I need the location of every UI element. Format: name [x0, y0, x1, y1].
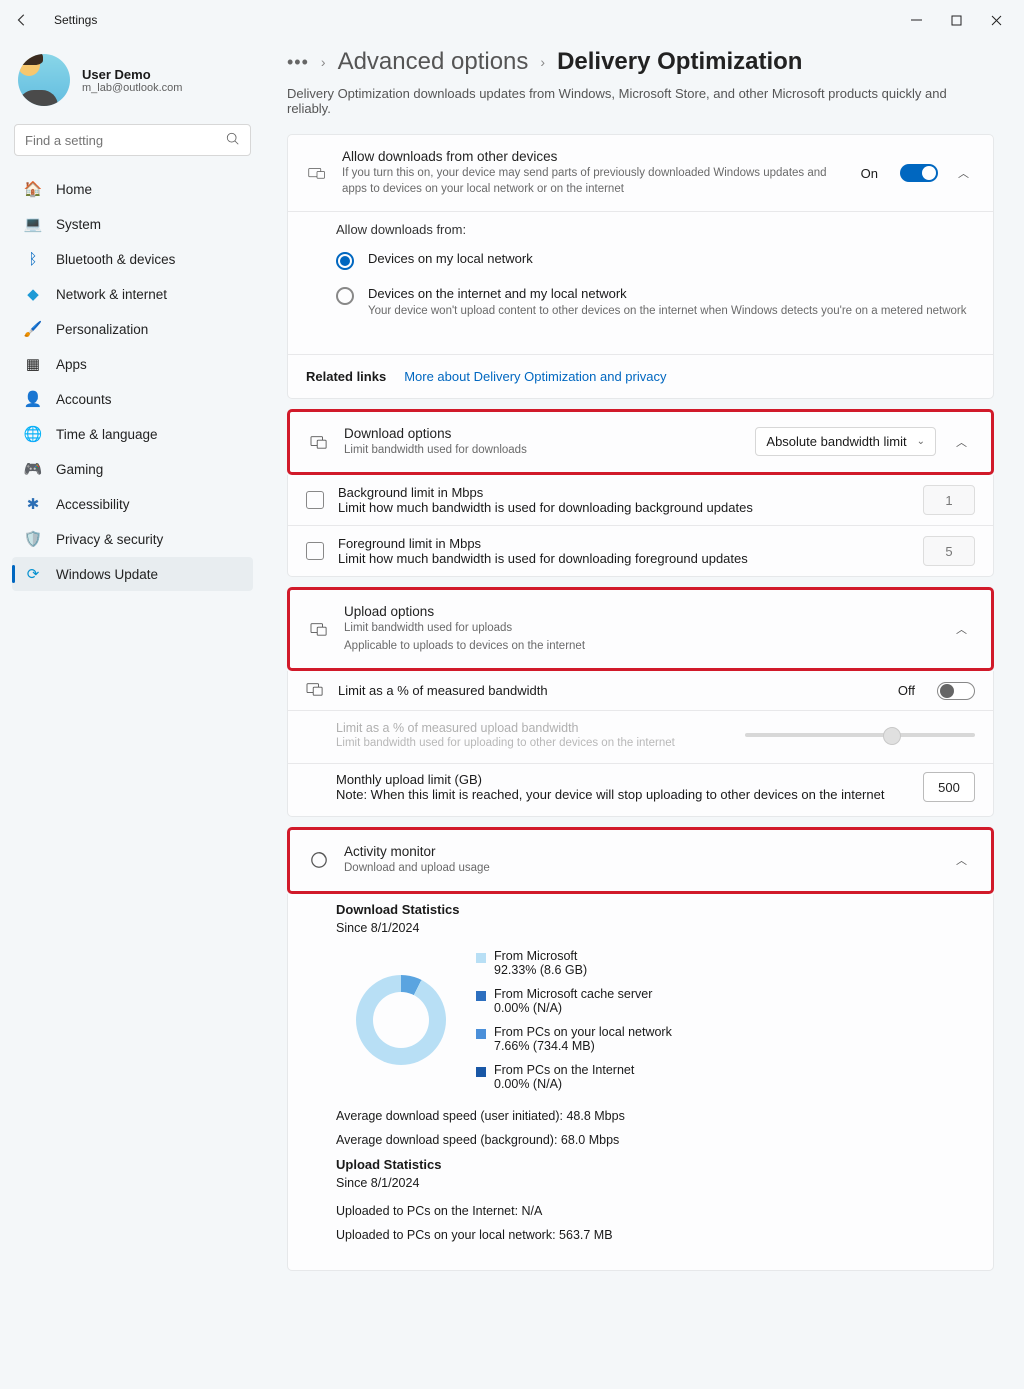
- search-input[interactable]: [25, 133, 226, 148]
- nav-gaming[interactable]: 🎮Gaming: [12, 452, 253, 486]
- nav-time[interactable]: 🌐Time & language: [12, 417, 253, 451]
- percent-icon: [306, 681, 324, 700]
- breadcrumb-more[interactable]: •••: [287, 52, 309, 73]
- chevron-right-icon: ›: [540, 54, 545, 70]
- search-box[interactable]: [14, 124, 251, 156]
- bg-limit-input[interactable]: [923, 485, 975, 515]
- activity-icon: [308, 851, 330, 869]
- privacy-icon: 🛡️: [24, 530, 42, 548]
- nav-network[interactable]: ◆Network & internet: [12, 277, 253, 311]
- maximize-button[interactable]: [936, 6, 976, 34]
- minimize-button[interactable]: [896, 6, 936, 34]
- collapse-button[interactable]: ︿: [950, 430, 973, 454]
- chevron-down-icon: ⌄: [917, 436, 925, 447]
- sidebar: User Demo m_lab@outlook.com 🏠Home 💻Syste…: [0, 40, 265, 1389]
- breadcrumb-advanced[interactable]: Advanced options: [338, 48, 529, 76]
- main-content: ••• › Advanced options › Delivery Optimi…: [265, 40, 1024, 1389]
- nav-apps[interactable]: ▦Apps: [12, 347, 253, 381]
- close-button[interactable]: [976, 6, 1016, 34]
- update-icon: ⟳: [24, 565, 42, 583]
- breadcrumb: ••• › Advanced options › Delivery Optimi…: [287, 48, 994, 76]
- monthly-limit-input[interactable]: [923, 772, 975, 802]
- activity-stats: Download Statistics Since 8/1/2024 From …: [287, 894, 994, 1271]
- legend-swatch: [476, 991, 486, 1001]
- gaming-icon: 🎮: [24, 460, 42, 478]
- allow-from-heading: Allow downloads from:: [336, 222, 975, 237]
- breadcrumb-current: Delivery Optimization: [557, 48, 802, 76]
- back-button[interactable]: [8, 6, 36, 34]
- activity-monitor-card: Activity monitor Download and upload usa…: [287, 827, 994, 894]
- download-donut-chart: [356, 975, 446, 1065]
- home-icon: 🏠: [24, 180, 42, 198]
- apps-icon: ▦: [24, 355, 42, 373]
- bluetooth-icon: ᛒ: [24, 250, 42, 268]
- allow-downloads-sub: If you turn this on, your device may sen…: [342, 166, 847, 197]
- nav-home[interactable]: 🏠Home: [12, 172, 253, 206]
- legend-swatch: [476, 1029, 486, 1039]
- legend-swatch: [476, 953, 486, 963]
- time-icon: 🌐: [24, 425, 42, 443]
- radio-internet[interactable]: [336, 287, 354, 305]
- chevron-right-icon: ›: [321, 54, 326, 70]
- bandwidth-dropdown[interactable]: Absolute bandwidth limit ⌄: [755, 427, 936, 456]
- nav-accessibility[interactable]: ✱Accessibility: [12, 487, 253, 521]
- allow-downloads-card: Allow downloads from other devices If yo…: [287, 134, 994, 399]
- related-links: Related links More about Delivery Optimi…: [288, 355, 993, 398]
- radio-local-network[interactable]: [336, 252, 354, 270]
- accounts-icon: 👤: [24, 390, 42, 408]
- download-limits: Background limit in Mbps Limit how much …: [287, 475, 994, 577]
- profile[interactable]: User Demo m_lab@outlook.com: [12, 46, 253, 120]
- nav-personalization[interactable]: 🖌️Personalization: [12, 312, 253, 346]
- download-icon: [308, 434, 330, 450]
- titlebar: Settings: [0, 0, 1024, 40]
- download-options-card: Download options Limit bandwidth used fo…: [287, 409, 994, 476]
- avatar: [18, 54, 70, 106]
- collapse-button[interactable]: ︿: [950, 848, 973, 872]
- window-title: Settings: [54, 13, 97, 27]
- system-icon: 💻: [24, 215, 42, 233]
- nav-bluetooth[interactable]: ᛒBluetooth & devices: [12, 242, 253, 276]
- related-link[interactable]: More about Delivery Optimization and pri…: [404, 369, 666, 384]
- nav-windows-update[interactable]: ⟳Windows Update: [12, 557, 253, 591]
- search-icon: [226, 132, 240, 149]
- devices-icon: [306, 165, 328, 181]
- toggle-state: On: [861, 166, 878, 181]
- upload-limits: Limit as a % of measured bandwidth Off L…: [287, 671, 994, 817]
- upload-icon: [308, 621, 330, 637]
- upload-options-card: Upload options Limit bandwidth used for …: [287, 587, 994, 671]
- network-icon: ◆: [24, 285, 42, 303]
- nav-accounts[interactable]: 👤Accounts: [12, 382, 253, 416]
- personalization-icon: 🖌️: [24, 320, 42, 338]
- collapse-button[interactable]: ︿: [952, 161, 975, 185]
- profile-email: m_lab@outlook.com: [82, 82, 182, 94]
- fg-limit-checkbox[interactable]: [306, 542, 324, 560]
- bg-limit-checkbox[interactable]: [306, 491, 324, 509]
- fg-limit-input[interactable]: [923, 536, 975, 566]
- profile-name: User Demo: [82, 67, 182, 82]
- percent-toggle[interactable]: [937, 682, 975, 700]
- nav-system[interactable]: 💻System: [12, 207, 253, 241]
- accessibility-icon: ✱: [24, 495, 42, 513]
- allow-downloads-toggle[interactable]: [900, 164, 938, 182]
- upload-slider[interactable]: [745, 733, 975, 737]
- allow-downloads-title: Allow downloads from other devices: [342, 149, 847, 164]
- legend-swatch: [476, 1067, 486, 1077]
- nav-privacy[interactable]: 🛡️Privacy & security: [12, 522, 253, 556]
- collapse-button[interactable]: ︿: [950, 617, 973, 641]
- page-description: Delivery Optimization downloads updates …: [287, 86, 994, 116]
